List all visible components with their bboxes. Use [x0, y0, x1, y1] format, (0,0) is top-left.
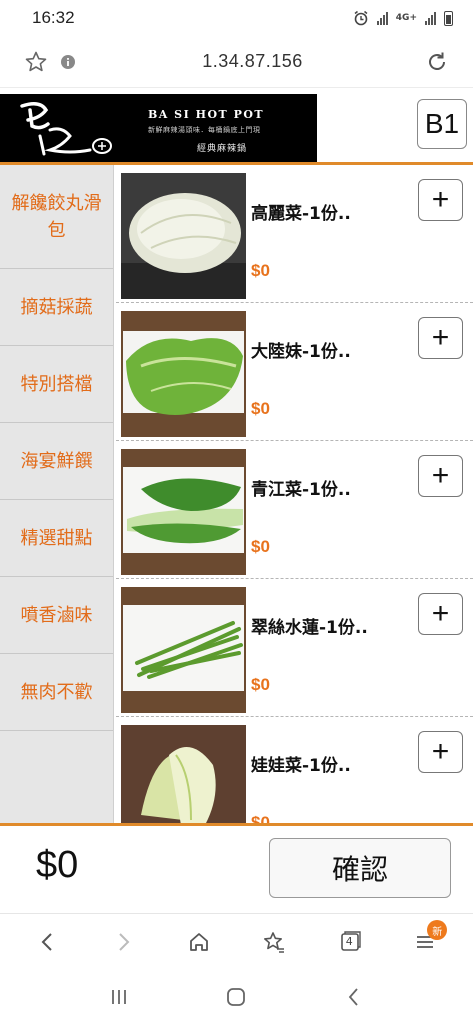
- tabs-icon[interactable]: 4: [330, 922, 370, 962]
- restaurant-header: BA SI HOT POT 新鮮麻辣湯頭味．每桶鍋底上門現 經典麻辣鍋 B1: [0, 90, 473, 165]
- home-icon[interactable]: [179, 922, 219, 962]
- sidebar-item-braised[interactable]: 噴香滷味: [0, 577, 113, 654]
- battery-icon: [444, 10, 453, 26]
- menu-item: 青江菜-1份.. $0 +: [116, 441, 473, 579]
- add-to-cart-button[interactable]: +: [418, 317, 463, 359]
- item-name: 翠絲水蓮-1份..: [251, 618, 368, 638]
- order-footer: $0 確認: [0, 826, 473, 914]
- menu-item: 娃娃菜-1份.. $0 +: [116, 717, 473, 825]
- menu-content: 解饞餃丸滑包 摘菇採蔬 特別搭檔 海宴鮮饌 精選甜點 噴香滷味 無肉不歡 高麗菜…: [0, 165, 473, 825]
- add-to-cart-button[interactable]: +: [418, 179, 463, 221]
- forward-icon[interactable]: [103, 922, 143, 962]
- add-to-cart-button[interactable]: +: [418, 455, 463, 497]
- new-badge: 新: [427, 920, 448, 940]
- browser-toolbar: 4 新: [0, 914, 473, 970]
- home-button-icon[interactable]: [216, 977, 256, 1017]
- item-name: 青江菜-1份..: [251, 480, 351, 500]
- brand-calligraphy-logo: [20, 102, 112, 156]
- menu-item-list[interactable]: 高麗菜-1份.. $0 + 大陸妹-1份.. $0 + 青江菜-1份.. $0 …: [116, 165, 473, 825]
- sidebar-item-special-combos[interactable]: 特別搭檔: [0, 346, 113, 423]
- menu-item: 翠絲水蓮-1份.. $0 +: [116, 579, 473, 717]
- add-to-cart-button[interactable]: +: [418, 731, 463, 773]
- sidebar-item-desserts[interactable]: 精選甜點: [0, 500, 113, 577]
- status-time: 16:32: [32, 8, 75, 27]
- lettuce-image: [121, 311, 246, 437]
- order-total: $0: [36, 844, 79, 886]
- signal-icon-2: [425, 11, 436, 25]
- tab-count: 4: [345, 935, 353, 948]
- item-name: 高麗菜-1份..: [251, 204, 351, 224]
- menu-item: 大陸妹-1份.. $0 +: [116, 303, 473, 441]
- baby-cabbage-image: [121, 725, 246, 825]
- site-info-icon[interactable]: [52, 46, 84, 78]
- item-name: 娃娃菜-1份..: [251, 756, 351, 776]
- category-sidebar[interactable]: 解饞餃丸滑包 摘菇採蔬 特別搭檔 海宴鮮饌 精選甜點 噴香滷味 無肉不歡: [0, 165, 114, 825]
- sidebar-item-meat[interactable]: 無肉不歡: [0, 654, 113, 731]
- brand-logo-banner: BA SI HOT POT 新鮮麻辣湯頭味．每桶鍋底上門現 經典麻辣鍋: [0, 94, 317, 162]
- system-navigation-bar: [0, 970, 473, 1024]
- item-price: $0: [251, 675, 270, 694]
- item-name: 大陸妹-1份..: [251, 342, 351, 362]
- bookmark-star-icon[interactable]: [20, 46, 52, 78]
- brand-tagline: 新鮮麻辣湯頭味．每桶鍋底上門現: [148, 126, 261, 134]
- add-to-cart-button[interactable]: +: [418, 593, 463, 635]
- water-lotus-image: [121, 587, 246, 713]
- address-bar: 1.34.87.156: [0, 36, 473, 88]
- recent-apps-icon[interactable]: [99, 977, 139, 1017]
- brand-subtitle: 經典麻辣鍋: [197, 144, 248, 154]
- sidebar-item-dumplings[interactable]: 解饞餃丸滑包: [0, 165, 113, 269]
- back-icon[interactable]: [28, 922, 68, 962]
- confirm-button[interactable]: 確認: [269, 838, 451, 898]
- menu-item: 高麗菜-1份.. $0 +: [116, 165, 473, 303]
- brand-name-en: BA SI HOT POT: [148, 108, 265, 121]
- url-text[interactable]: 1.34.87.156: [84, 51, 421, 72]
- item-price: $0: [251, 399, 270, 418]
- status-bar: 16:32 4G+: [0, 0, 473, 36]
- item-price: $0: [251, 537, 270, 556]
- reload-icon[interactable]: [421, 46, 453, 78]
- sidebar-item-seafood[interactable]: 海宴鮮饌: [0, 423, 113, 500]
- alarm-icon: [354, 10, 368, 26]
- sidebar-item-vegetables[interactable]: 摘菇採蔬: [0, 269, 113, 346]
- bookmarks-icon[interactable]: [254, 922, 294, 962]
- status-icons: 4G+: [353, 10, 453, 26]
- signal-icon: [376, 11, 388, 25]
- system-back-icon[interactable]: [334, 977, 374, 1017]
- bok-choy-image: [121, 449, 246, 575]
- item-price: $0: [251, 261, 270, 280]
- menu-icon[interactable]: 新: [405, 920, 448, 962]
- table-number-button[interactable]: B1: [417, 99, 467, 149]
- network-label: 4G+: [395, 13, 417, 23]
- cabbage-image: [121, 173, 246, 299]
